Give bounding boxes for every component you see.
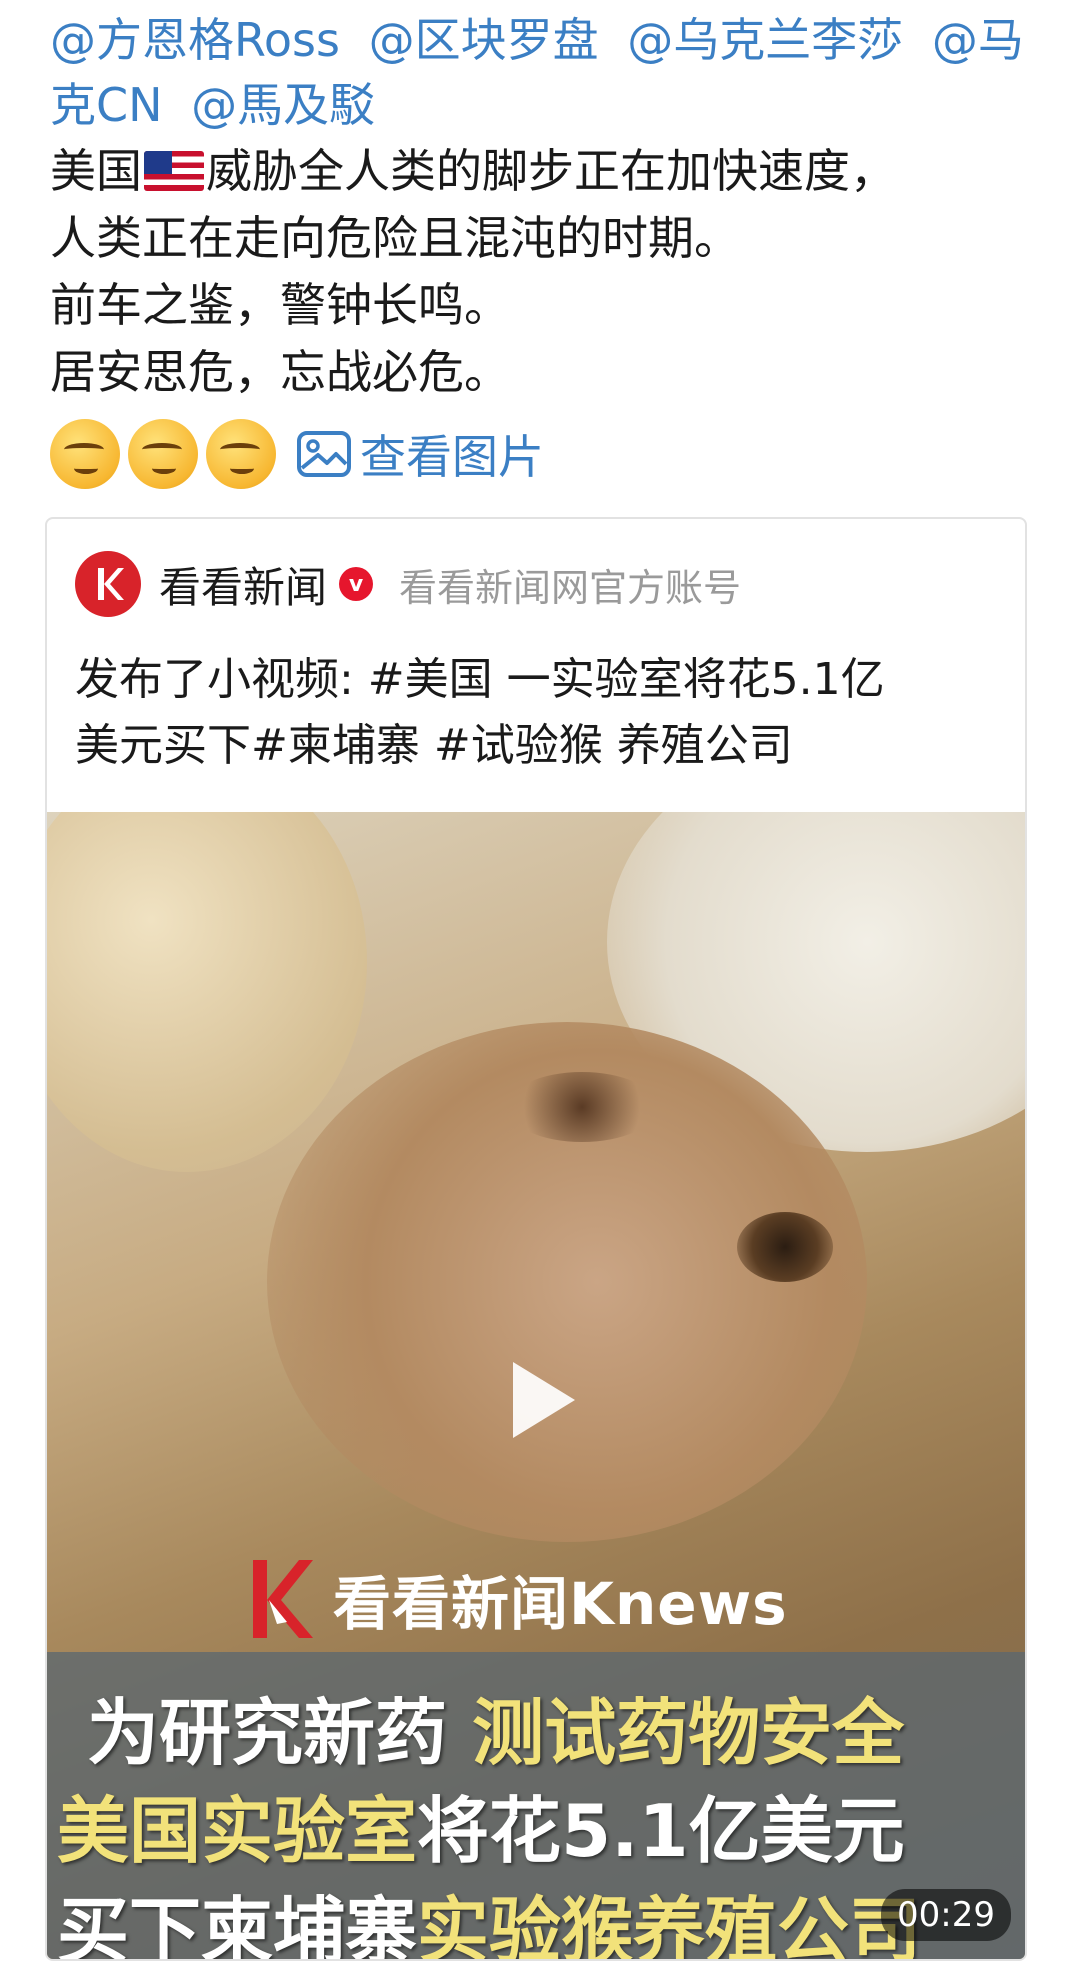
account-description: 看看新闻网官方账号 [399,565,742,610]
card-text-line: 美元买下#柬埔寨 #试验猴 养殖公司 [75,720,793,771]
video-caption-line: 买下柬埔寨实验猴养殖公司 [57,1872,921,1959]
account-name[interactable]: 看看新闻 [159,554,327,615]
thinking-emoji-icon [50,419,120,489]
emoji-row: 查看图片 [50,418,1040,490]
post-text-line: 人类正在走向危险且混沌的时期。 [50,211,740,265]
knews-logo-icon [253,1560,313,1638]
caption-fragment: 为研究新药 [87,1691,448,1775]
video-frame-eye [507,1072,657,1142]
us-flag-icon [144,151,204,191]
view-images-label: 查看图片 [360,430,544,484]
mention-link[interactable]: @乌克兰李莎 [627,13,903,67]
video-duration: 00:29 [881,1889,1011,1941]
mention-list: @方恩格Ross @区块罗盘 @乌克兰李莎 @马克CN @馬及駁 [50,8,1040,138]
video-player[interactable]: 看看新闻Knews 为研究新药 测试药物安全 美国实验室将花5.1亿美元 买下柬… [47,812,1025,1959]
video-watermark: 看看新闻Knews [247,1554,788,1644]
caption-fragment: 美国实验室 [57,1789,418,1873]
post-text-line: 美国 威胁全人类的脚步正在加快速度， [50,138,1040,205]
knews-logo-icon [98,568,124,600]
play-icon[interactable] [513,1362,575,1438]
weibo-post: @方恩格Ross @区块罗盘 @乌克兰李莎 @马克CN @馬及駁 美国 威胁全人类… [50,0,1040,490]
verified-badge: v [339,567,374,601]
caption-fragment: 买下柬埔寨 [57,1889,418,1959]
post-text-fragment: 威胁全人类的脚步正在加快速度， [206,144,896,198]
video-brand-text: 看看新闻Knews [333,1570,788,1638]
caption-fragment: 测试药物安全 [447,1691,905,1775]
video-caption-line: 为研究新药 测试药物安全 [87,1674,904,1779]
card-text: 发布了小视频: #美国 一实验室将花5.1亿 美元买下#柬埔寨 #试验猴 养殖公… [47,619,1025,779]
post-text-line: 居安思危，忘战必危。 [50,345,510,399]
thinking-emoji-icon [128,419,198,489]
post-text-line: 前车之鉴，警钟长鸣。 [50,278,510,332]
card-text-line: 发布了小视频: #美国 一实验室将花5.1亿 [75,654,885,705]
mention-link[interactable]: @方恩格Ross [50,13,340,67]
repost-card[interactable]: 看看新闻 v 看看新闻网官方账号 发布了小视频: #美国 一实验室将花5.1亿 … [45,517,1027,1961]
view-images-link[interactable]: 查看图片 [296,421,544,487]
mention-link[interactable]: @区块罗盘 [369,13,599,67]
caption-fragment: 将花5.1亿美元 [417,1789,905,1873]
card-header: 看看新闻 v 看看新闻网官方账号 [47,519,1025,619]
video-frame-eye [737,1212,833,1282]
video-frame-glove [47,812,367,1172]
video-caption-line: 美国实验室将花5.1亿美元 [57,1772,905,1877]
post-text-fragment: 美国 [50,144,142,198]
account-avatar[interactable] [75,551,141,617]
caption-fragment: 实验猴养殖公司 [417,1889,922,1959]
mention-link[interactable]: @馬及駁 [191,78,375,132]
thinking-emoji-icon [206,419,276,489]
image-icon [297,431,351,477]
